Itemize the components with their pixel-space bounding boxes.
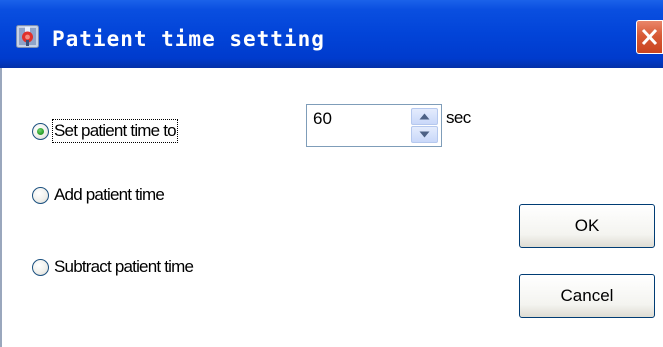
spin-up-button[interactable]: [411, 108, 438, 125]
chevron-up-icon: [419, 113, 430, 120]
close-button[interactable]: [636, 20, 663, 54]
radio-label-subtract[interactable]: Subtract patient time: [53, 256, 194, 278]
app-icon: [16, 25, 39, 48]
radio-button-checked[interactable]: [32, 122, 49, 140]
time-value-input[interactable]: 60: [313, 109, 332, 129]
radio-selected-dot: [37, 127, 44, 135]
close-icon: [641, 28, 658, 46]
spin-down-button[interactable]: [411, 126, 438, 143]
time-spin-box[interactable]: 60: [306, 104, 442, 147]
ok-button[interactable]: OK: [519, 204, 655, 248]
radio-add-patient-time[interactable]: Add patient time: [32, 184, 165, 206]
unit-label: sec: [446, 108, 471, 127]
title-bar[interactable]: Patient time setting: [0, 0, 663, 68]
radio-set-patient-time[interactable]: Set patient time to: [32, 119, 178, 143]
chevron-down-icon: [419, 131, 430, 138]
radio-subtract-patient-time[interactable]: Subtract patient time: [32, 256, 194, 278]
radio-label-set[interactable]: Set patient time to: [52, 119, 178, 143]
cancel-button[interactable]: Cancel: [519, 274, 655, 318]
radio-button[interactable]: [32, 186, 49, 204]
radio-button[interactable]: [32, 258, 49, 276]
radio-label-add[interactable]: Add patient time: [53, 184, 165, 206]
patient-time-dialog: Patient time setting Set patient time to…: [0, 0, 663, 347]
window-title: Patient time setting: [52, 27, 325, 51]
